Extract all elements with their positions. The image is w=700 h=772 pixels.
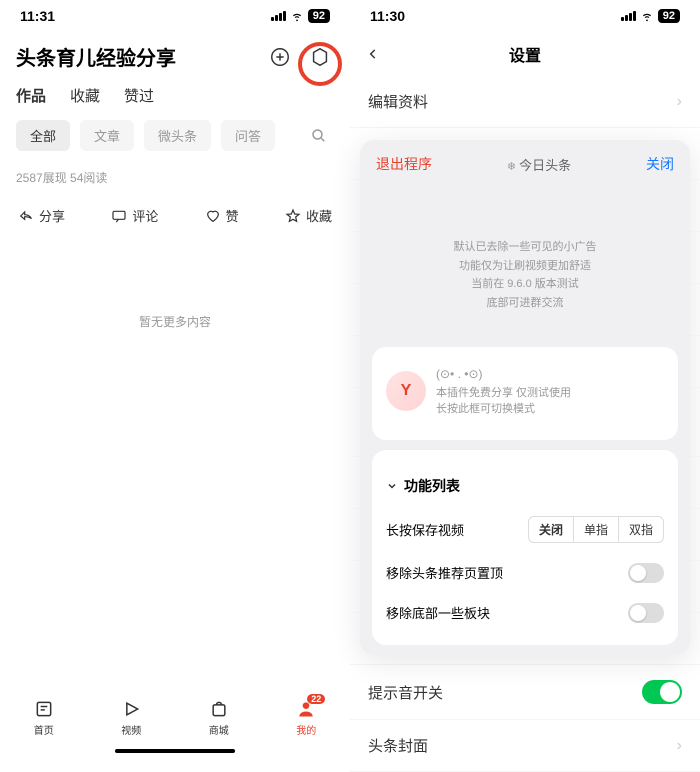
like-action[interactable]: 赞 — [205, 206, 239, 225]
battery-indicator: 92 — [658, 9, 680, 23]
tab-liked[interactable]: 赞过 — [124, 85, 154, 106]
search-button[interactable] — [304, 121, 334, 151]
profile-title: 头条育儿经验分享 — [16, 42, 176, 71]
status-right: 92 — [271, 9, 330, 23]
functions-header[interactable]: 功能列表 — [386, 462, 664, 506]
battery-indicator: 92 — [308, 9, 330, 23]
plugin-card: Y (⊙• . •⊙) 本插件免费分享 仅测试使用 长按此框可切换模式 — [372, 347, 678, 440]
status-bar: 11:31 92 — [0, 0, 350, 32]
modal-info-text: 默认已去除一些可见的小广告 功能仅为让刷视频更加舒适 当前在 9.6.0 版本测… — [360, 188, 690, 337]
share-icon — [18, 208, 34, 224]
primary-tabs: 作品 收藏 赞过 — [0, 85, 350, 114]
home-icon — [34, 699, 54, 719]
status-right: 92 — [621, 9, 680, 23]
remove-bottom-row: 移除底部一些板块 — [386, 593, 664, 633]
row-sound[interactable]: 提示音开关 — [350, 665, 700, 720]
share-action[interactable]: 分享 — [18, 206, 65, 225]
heart-icon — [205, 208, 221, 224]
sound-toggle[interactable] — [642, 680, 682, 704]
tab-favorites[interactable]: 收藏 — [70, 85, 100, 106]
signal-icon — [271, 11, 286, 21]
quit-button[interactable]: 退出程序 — [376, 154, 432, 174]
left-phone-screen: 11:31 92 头条育儿经验分享 作品 收藏 — [0, 0, 350, 757]
back-chevron-icon[interactable] — [366, 47, 380, 61]
comment-action[interactable]: 评论 — [111, 206, 158, 225]
save-video-segmented[interactable]: 关闭 单指 双指 — [528, 516, 664, 543]
search-icon — [310, 127, 328, 145]
remove-top-row: 移除头条推荐页置顶 — [386, 553, 664, 593]
plugin-modal: 退出程序 今日头条 关闭 默认已去除一些可见的小广告 功能仅为让刷视频更加舒适 … — [360, 140, 690, 655]
filter-chips: 全部 文章 微头条 问答 — [0, 114, 350, 163]
row-cover[interactable]: 头条封面 › — [350, 720, 700, 772]
remove-bottom-toggle[interactable] — [628, 603, 664, 623]
plugin-avatar: Y — [386, 371, 426, 411]
highlight-circle — [298, 42, 342, 86]
status-bar: 11:30 92 — [350, 0, 700, 32]
bottom-tabbar: 首页 视频 商城 我的 22 — [0, 687, 350, 757]
plus-circle-icon — [269, 46, 291, 68]
tab-mine[interactable]: 我的 22 — [295, 698, 317, 737]
settings-title: 设置 — [509, 42, 541, 66]
add-button[interactable] — [266, 43, 294, 71]
tab-mall[interactable]: 商城 — [208, 698, 230, 737]
save-video-row: 长按保存视频 关闭 单指 双指 — [386, 506, 664, 553]
modal-app-name: 今日头条 — [507, 155, 571, 174]
wifi-icon — [640, 9, 654, 23]
plugin-info-row[interactable]: Y (⊙• . •⊙) 本插件免费分享 仅测试使用 长按此框可切换模式 — [386, 359, 664, 428]
functions-card: 功能列表 长按保存视频 关闭 单指 双指 移除头条推荐页置顶 移除底部一些板块 — [372, 450, 678, 645]
row-edit-profile[interactable]: 编辑资料 › — [350, 76, 700, 128]
chevron-right-icon: › — [677, 737, 682, 755]
chip-article[interactable]: 文章 — [80, 120, 134, 151]
comment-icon — [111, 208, 127, 224]
signal-icon — [621, 11, 636, 21]
close-button[interactable]: 关闭 — [646, 154, 674, 174]
settings-header: 设置 — [350, 32, 700, 76]
chevron-right-icon: › — [677, 93, 682, 111]
status-time: 11:30 — [370, 8, 405, 24]
star-icon — [285, 208, 301, 224]
status-time: 11:31 — [20, 8, 55, 24]
chip-micro[interactable]: 微头条 — [144, 120, 211, 151]
no-more-content: 暂无更多内容 — [0, 313, 350, 330]
bag-icon — [209, 699, 229, 719]
badge-count: 22 — [307, 694, 325, 704]
play-icon — [121, 699, 141, 719]
tab-works[interactable]: 作品 — [16, 85, 46, 106]
wifi-icon — [290, 9, 304, 23]
remove-top-toggle[interactable] — [628, 563, 664, 583]
right-phone-screen: 11:30 92 设置 编辑资料 › 账 › 隐 › — [350, 0, 700, 757]
tab-home[interactable]: 首页 — [33, 698, 55, 737]
actions-row: 分享 评论 赞 收藏 — [0, 198, 350, 243]
fav-action[interactable]: 收藏 — [285, 206, 332, 225]
stats-text: 2587展现 54阅读 — [0, 163, 350, 198]
chevron-down-icon — [386, 480, 398, 492]
tab-video[interactable]: 视频 — [120, 698, 142, 737]
modal-header: 退出程序 今日头条 关闭 — [360, 140, 690, 188]
chip-qa[interactable]: 问答 — [221, 120, 275, 151]
chip-all[interactable]: 全部 — [16, 120, 70, 151]
home-indicator — [115, 749, 235, 753]
